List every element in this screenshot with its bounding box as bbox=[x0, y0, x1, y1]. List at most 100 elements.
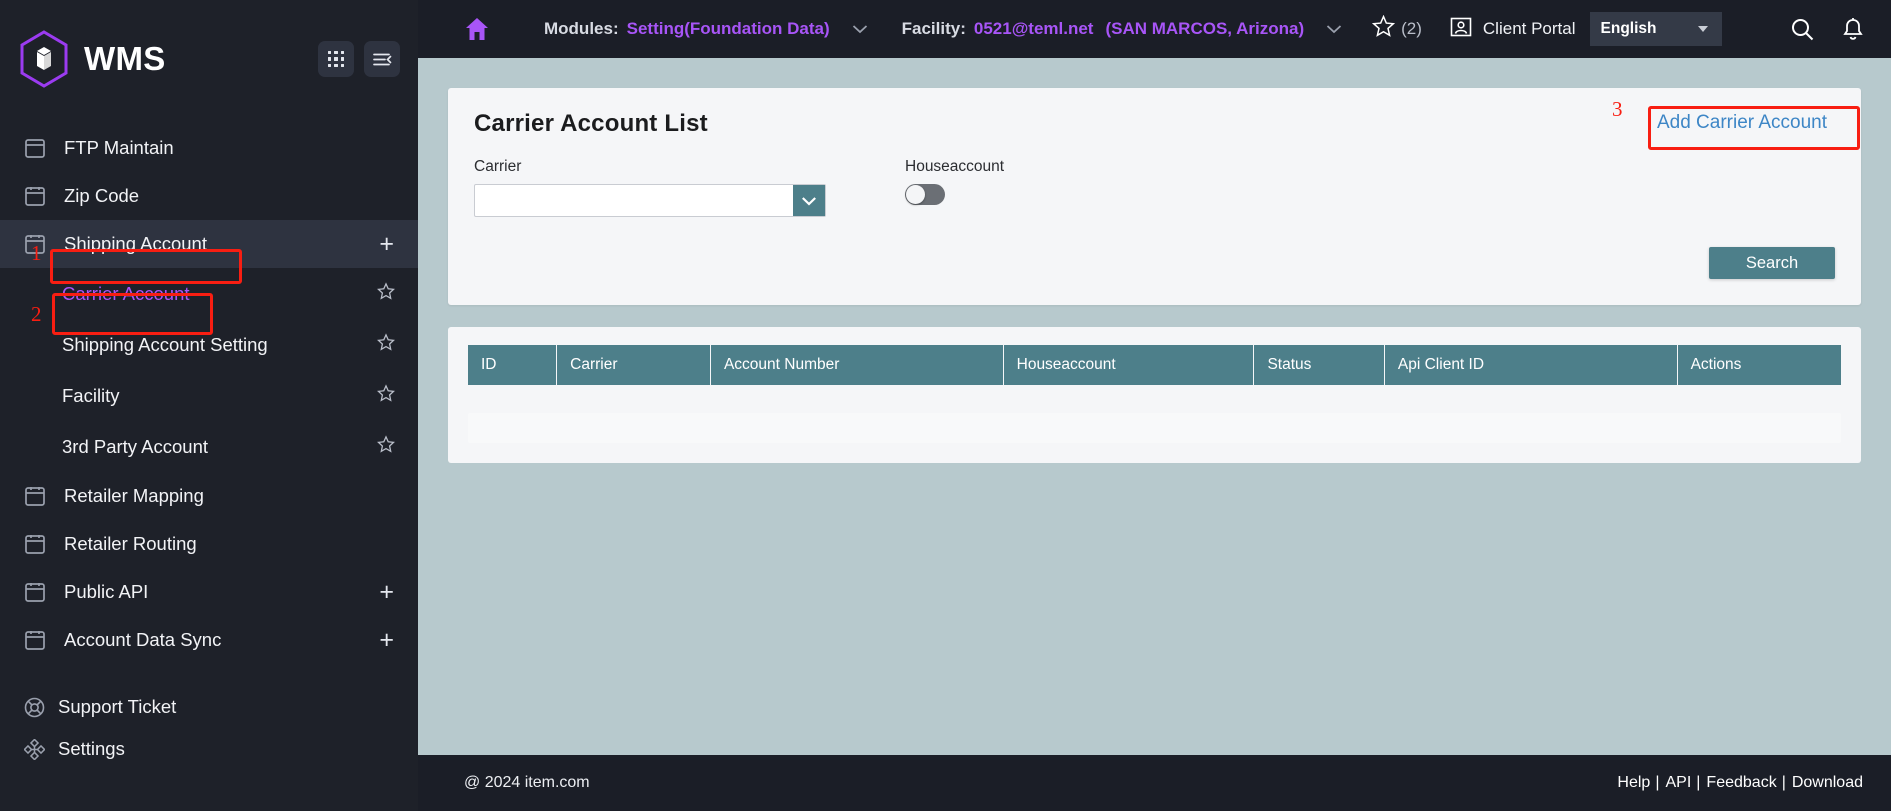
modules-value[interactable]: Setting(Foundation Data) bbox=[627, 19, 830, 39]
favorite-star-icon[interactable] bbox=[377, 332, 395, 356]
sidebar-item-label: Support Ticket bbox=[58, 696, 177, 717]
sidebar-item-label: Facility bbox=[62, 384, 120, 406]
toggle-knob bbox=[906, 185, 925, 204]
sidebar-item-public-api[interactable]: Public API + bbox=[0, 568, 418, 616]
filter-row: Carrier Houseaccount bbox=[474, 158, 1835, 217]
copyright-text: @ 2024 item.com bbox=[464, 774, 590, 791]
star-icon bbox=[1372, 14, 1396, 43]
folder-icon bbox=[22, 582, 48, 603]
home-icon[interactable] bbox=[464, 16, 490, 42]
collapse-sidebar-icon[interactable] bbox=[364, 41, 400, 77]
favorite-star-icon[interactable] bbox=[377, 281, 395, 305]
sidebar-item-label: Public API bbox=[64, 581, 149, 602]
folder-icon bbox=[22, 486, 48, 507]
favorites-count: (2) bbox=[1401, 19, 1422, 38]
carrier-account-table-card: ID Carrier Account Number Houseaccount S… bbox=[448, 327, 1861, 463]
apps-grid-icon[interactable] bbox=[318, 41, 354, 77]
brand-name: WMS bbox=[84, 40, 166, 77]
chevron-down-icon[interactable] bbox=[1326, 24, 1342, 34]
footer-links: Help | API | Feedback | Download bbox=[1611, 774, 1863, 792]
expand-plus-icon[interactable]: + bbox=[379, 231, 394, 257]
column-header-carrier[interactable]: Carrier bbox=[556, 345, 711, 385]
footer-link-help[interactable]: Help bbox=[1617, 774, 1650, 792]
notification-bell-icon[interactable] bbox=[1841, 17, 1865, 42]
sidebar-item-label: FTP Maintain bbox=[64, 137, 174, 158]
sidebar-item-retailer-routing[interactable]: Retailer Routing bbox=[0, 520, 418, 568]
sidebar-nav: FTP Maintain Zip Code Shipping Account +… bbox=[0, 118, 418, 770]
client-portal-label: Client Portal bbox=[1482, 19, 1576, 38]
sidebar-item-label: Retailer Mapping bbox=[64, 485, 204, 506]
column-header-actions[interactable]: Actions bbox=[1677, 345, 1841, 385]
footer-link-api[interactable]: API bbox=[1665, 774, 1691, 792]
content-area: Carrier Account List Add Carrier Account… bbox=[418, 58, 1891, 755]
app-root: WMS FTP Maintain Zip Code Shipping Accou… bbox=[0, 0, 1891, 811]
favorites-indicator[interactable]: (2) bbox=[1372, 14, 1422, 43]
sidebar-item-label: 3rd Party Account bbox=[62, 435, 209, 457]
sidebar-item-label: Shipping Account Setting bbox=[62, 333, 268, 355]
column-header-api-client-id[interactable]: Api Client ID bbox=[1384, 345, 1678, 385]
footer-separator: | bbox=[1696, 774, 1701, 791]
favorite-star-icon[interactable] bbox=[377, 434, 395, 458]
sidebar: WMS FTP Maintain Zip Code Shipping Accou… bbox=[0, 0, 418, 811]
sidebar-item-shipping-account[interactable]: Shipping Account + bbox=[0, 220, 418, 268]
expand-plus-icon[interactable]: + bbox=[379, 627, 394, 653]
client-portal-button[interactable]: Client Portal bbox=[1450, 16, 1576, 43]
footer-separator: | bbox=[1781, 774, 1786, 791]
sidebar-item-zip-code[interactable]: Zip Code bbox=[0, 172, 418, 220]
folder-icon bbox=[22, 630, 48, 651]
topbar-right-icons bbox=[1764, 17, 1891, 42]
sidebar-item-shipping-account-setting[interactable]: Shipping Account Setting bbox=[0, 319, 418, 370]
table-empty-row bbox=[468, 413, 1841, 443]
sidebar-item-label: Carrier Account bbox=[62, 282, 190, 304]
sidebar-item-support-ticket[interactable]: Support Ticket bbox=[0, 686, 418, 728]
carrier-select[interactable] bbox=[474, 184, 826, 217]
page-title: Carrier Account List bbox=[474, 110, 708, 137]
sidebar-item-settings[interactable]: Settings bbox=[0, 728, 418, 770]
houseaccount-field-label: Houseaccount bbox=[905, 158, 1005, 175]
footer-link-feedback[interactable]: Feedback bbox=[1706, 774, 1776, 792]
lifebuoy-icon bbox=[22, 697, 46, 718]
carrier-account-table: ID Carrier Account Number Houseaccount S… bbox=[468, 345, 1841, 385]
language-select[interactable]: English bbox=[1589, 12, 1722, 46]
sidebar-brand-buttons bbox=[318, 41, 418, 77]
sidebar-item-label: Shipping Account bbox=[64, 233, 207, 254]
folder-icon bbox=[22, 138, 48, 159]
chevron-down-icon[interactable] bbox=[793, 185, 825, 216]
footer-link-download[interactable]: Download bbox=[1792, 774, 1863, 792]
sidebar-item-account-data-sync[interactable]: Account Data Sync + bbox=[0, 616, 418, 664]
houseaccount-toggle[interactable] bbox=[905, 184, 945, 205]
folder-icon bbox=[22, 534, 48, 555]
folder-icon bbox=[22, 234, 48, 255]
column-header-houseaccount[interactable]: Houseaccount bbox=[1003, 345, 1255, 385]
column-header-id[interactable]: ID bbox=[468, 345, 558, 385]
sidebar-item-label: Account Data Sync bbox=[64, 629, 222, 650]
chevron-down-icon[interactable] bbox=[852, 24, 868, 34]
expand-plus-icon[interactable]: + bbox=[379, 579, 394, 605]
column-header-status[interactable]: Status bbox=[1253, 345, 1385, 385]
sidebar-item-label: Zip Code bbox=[64, 185, 140, 206]
houseaccount-field: Houseaccount bbox=[905, 158, 1257, 217]
sidebar-item-retailer-mapping[interactable]: Retailer Mapping bbox=[0, 472, 418, 520]
search-icon[interactable] bbox=[1790, 17, 1815, 42]
column-header-account-number[interactable]: Account Number bbox=[710, 345, 1004, 385]
sidebar-item-ftp-maintain[interactable]: FTP Maintain bbox=[0, 124, 418, 172]
modules-label: Modules: bbox=[544, 19, 619, 38]
settings-nodes-icon bbox=[22, 738, 46, 760]
facility-value[interactable]: 0521@teml.net bbox=[974, 19, 1094, 39]
sidebar-item-label: Retailer Routing bbox=[64, 533, 197, 554]
user-card-icon bbox=[1450, 16, 1472, 43]
sidebar-item-carrier-account[interactable]: Carrier Account bbox=[0, 268, 418, 319]
folder-icon bbox=[22, 186, 48, 207]
carrier-input[interactable] bbox=[475, 185, 793, 216]
topbar: Modules: Setting(Foundation Data) Facili… bbox=[418, 0, 1891, 58]
search-row: Search bbox=[474, 247, 1835, 279]
search-button[interactable]: Search bbox=[1709, 247, 1835, 279]
carrier-account-filter-card: Carrier Account List Add Carrier Account… bbox=[448, 88, 1861, 305]
sidebar-item-facility[interactable]: Facility bbox=[0, 370, 418, 421]
footer: @ 2024 item.com Help | API | Feedback | … bbox=[418, 755, 1891, 811]
add-carrier-account-link[interactable]: Add Carrier Account bbox=[1649, 108, 1835, 138]
carrier-field: Carrier bbox=[474, 158, 826, 217]
favorite-star-icon[interactable] bbox=[377, 383, 395, 407]
sidebar-item-3rd-party-account[interactable]: 3rd Party Account bbox=[0, 421, 418, 472]
facility-location: (SAN MARCOS, Arizona) bbox=[1105, 19, 1305, 38]
